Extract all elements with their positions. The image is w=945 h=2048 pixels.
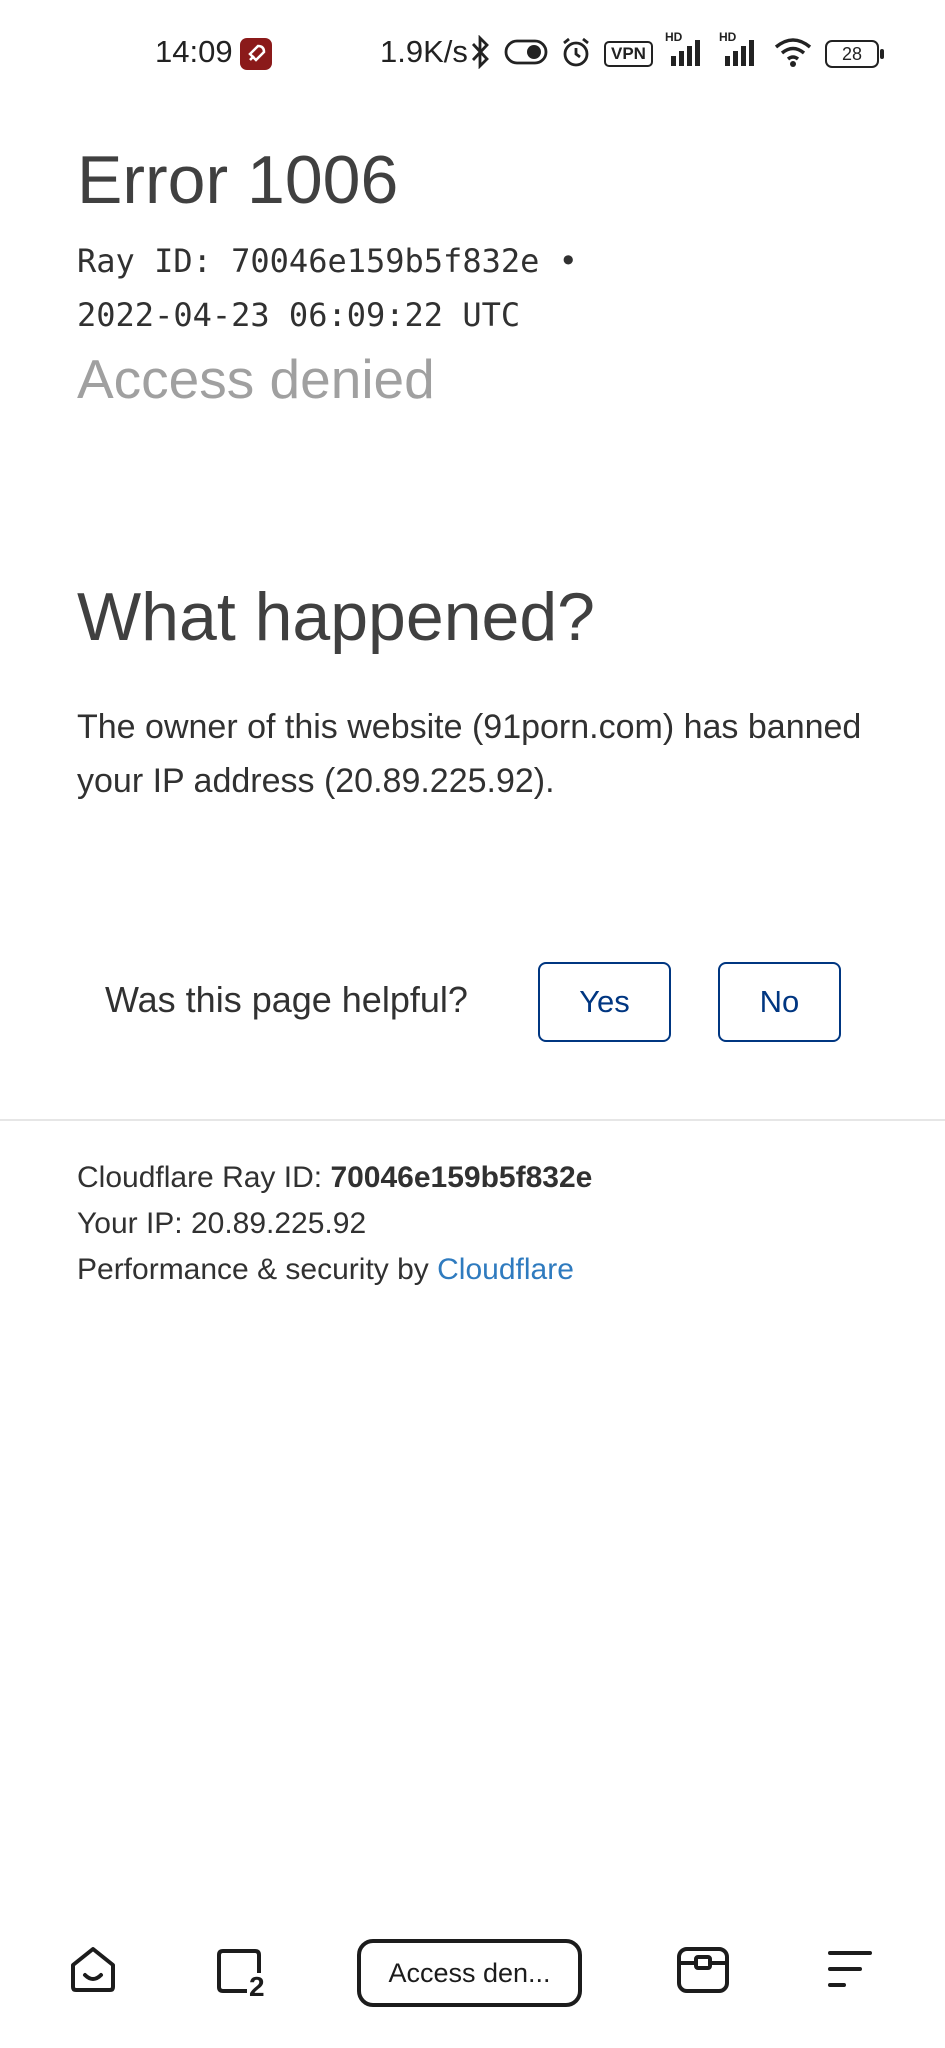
status-time: 14:09 — [155, 34, 233, 69]
tabs-icon: 2 — [213, 1945, 265, 2002]
feedback-prompt: Was this page helpful? — [105, 960, 468, 1040]
feedback-yes-button[interactable]: Yes — [538, 962, 671, 1042]
signal-icon: HD — [719, 30, 761, 73]
feedback-no-button[interactable]: No — [718, 962, 841, 1042]
footer-ray-line: Cloudflare Ray ID: 70046e159b5f832e — [77, 1155, 592, 1201]
footer-divider — [0, 1119, 945, 1121]
hd-label: HD — [718, 29, 737, 44]
feedback-question: Was this page helpful? — [105, 979, 468, 1020]
rocket-app-icon — [240, 38, 272, 70]
downloads-button[interactable] — [668, 1936, 738, 2006]
status-bar: 14:09 1.9K/s VPN HD HD 28 — [0, 0, 945, 110]
browser-bottom-nav: 2 Access den... — [0, 1920, 945, 2030]
timestamp-line: 2022-04-23 06:09:22 UTC — [77, 296, 521, 334]
address-bar-button[interactable]: Access den... — [357, 1939, 582, 2007]
box-icon — [675, 1943, 731, 2000]
what-happened-body: The owner of this website (91porn.com) h… — [77, 708, 862, 800]
footer-ip-line: Your IP: 20.89.225.92 — [77, 1207, 367, 1240]
home-icon — [67, 1943, 119, 2000]
network-speed: 1.9K/s — [380, 34, 468, 69]
home-button[interactable] — [58, 1936, 128, 2006]
footer-ray-label: Cloudflare Ray ID: — [77, 1161, 331, 1194]
footer: Cloudflare Ray ID: 70046e159b5f832e Your… — [77, 1155, 592, 1293]
what-happened-heading: What happened? — [77, 579, 595, 655]
battery-icon: 28 — [824, 40, 884, 68]
address-bar-label: Access den... — [388, 1957, 551, 1988]
footer-ray-id: 70046e159b5f832e — [330, 1161, 593, 1194]
footer-performance-line: Performance & security by Cloudflare — [77, 1247, 592, 1293]
cloudflare-link[interactable]: Cloudflare — [437, 1253, 574, 1286]
wifi-icon — [773, 36, 813, 73]
status-icons: VPN HD HD 28 — [470, 30, 884, 74]
tabs-button[interactable]: 2 — [204, 1936, 274, 2006]
error-title: Error 1006 — [77, 142, 399, 218]
hd-label: HD — [664, 29, 683, 44]
alarm-icon — [560, 36, 592, 73]
vpn-icon: VPN — [604, 41, 653, 67]
footer-performance-prefix: Performance & security by — [77, 1253, 438, 1286]
access-denied-subtitle: Access denied — [77, 348, 435, 410]
menu-icon — [824, 1947, 874, 1996]
bluetooth-icon — [470, 34, 492, 74]
ray-id-line: Ray ID: 70046e159b5f832e • — [77, 242, 578, 280]
menu-button[interactable] — [814, 1936, 884, 2006]
tab-count: 2 — [249, 1971, 265, 2002]
toggle-icon — [504, 38, 548, 71]
signal-icon: HD — [665, 30, 707, 73]
error-header: Error 1006 Ray ID: 70046e159b5f832e • 20… — [77, 130, 877, 412]
